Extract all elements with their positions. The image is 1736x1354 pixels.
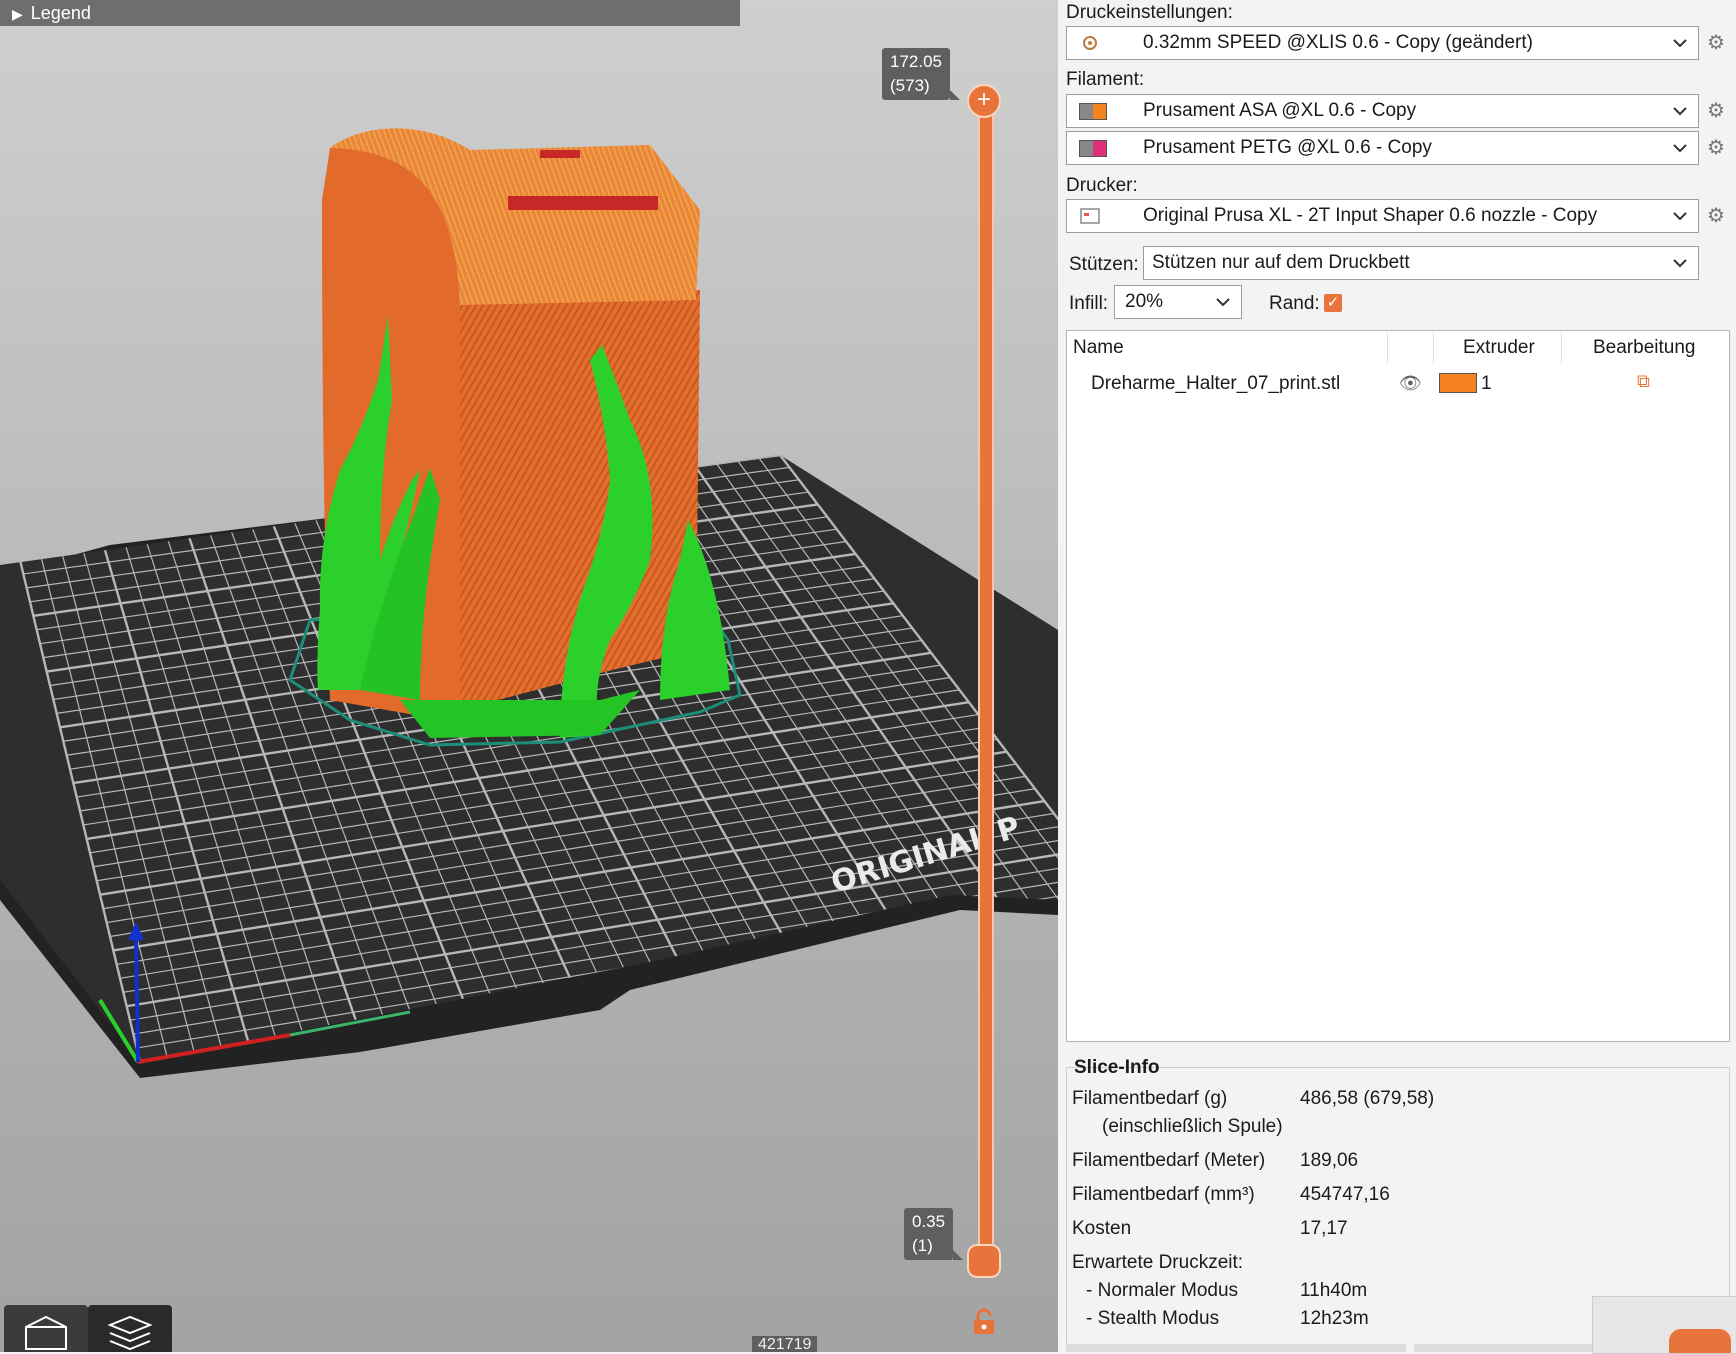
cube-icon: [25, 1315, 67, 1350]
column-header-extruder[interactable]: Extruder: [1463, 337, 1535, 359]
print-settings-label: Druckeinstellungen:: [1066, 2, 1233, 23]
chevron-down-icon: [1673, 107, 1687, 116]
filament-m-label: Filamentbedarf (Meter): [1072, 1150, 1266, 1171]
printer-profile-combo[interactable]: Original Prusa XL - 2T Input Shaper 0.6 …: [1066, 199, 1699, 233]
expand-triangle-icon: ▶: [12, 6, 23, 22]
printer-profile-value: Original Prusa XL - 2T Input Shaper 0.6 …: [1143, 205, 1598, 226]
brim-label: Rand:: [1269, 293, 1320, 314]
print-profile-combo[interactable]: 0.32mm SPEED @XLIS 0.6 - Copy (geändert): [1066, 26, 1699, 60]
top-layer-tooltip: 172.05 (573): [882, 48, 960, 100]
top-layer-number: (573): [890, 76, 930, 95]
filament-label: Filament:: [1066, 69, 1145, 90]
printer-icon: [1080, 208, 1100, 224]
chevron-down-icon: [1673, 39, 1687, 48]
filament-1-value: Prusament ASA @XL 0.6 - Copy: [1143, 100, 1417, 121]
top-layer-height: 172.05: [890, 52, 942, 71]
layer-slider-top-handle[interactable]: +: [969, 86, 999, 116]
print-time-label: Erwartete Druckzeit:: [1072, 1252, 1244, 1273]
filament-1-settings-gear-icon[interactable]: ⚙: [1704, 99, 1728, 123]
preview-view-button[interactable]: [88, 1305, 172, 1352]
move-counter: 421719: [752, 1336, 818, 1352]
legend-toggle[interactable]: ▶ Legend: [0, 0, 740, 26]
supports-value: Stützen nur auf dem Druckbett: [1152, 252, 1410, 273]
filament-1-combo[interactable]: Prusament ASA @XL 0.6 - Copy: [1066, 94, 1699, 128]
bottom-layer-number: (1): [912, 1236, 933, 1255]
layers-icon: [107, 1315, 153, 1351]
filament-2-settings-gear-icon[interactable]: ⚙: [1704, 136, 1728, 160]
infill-value: 20%: [1125, 291, 1164, 312]
cost-label: Kosten: [1072, 1218, 1132, 1239]
legend-label: Legend: [30, 3, 91, 23]
printer-settings-gear-icon[interactable]: ⚙: [1704, 204, 1728, 228]
stealth-mode-value: 12h23m: [1300, 1308, 1369, 1329]
layer-slider-track[interactable]: [978, 100, 994, 1266]
supports-combo[interactable]: Stützen nur auf dem Druckbett: [1143, 246, 1699, 280]
filament-1-color-swatch: [1079, 103, 1107, 120]
edit-icon[interactable]: ⧉: [1637, 371, 1650, 392]
filament-2-combo[interactable]: Prusament PETG @XL 0.6 - Copy: [1066, 131, 1699, 165]
object-list[interactable]: Name Extruder Bearbeitung Dreharme_Halte…: [1066, 330, 1730, 1042]
table-row[interactable]: Dreharme_Halter_07_print.stl 👁 1 ⧉: [1067, 369, 1729, 401]
chevron-down-icon: [1673, 144, 1687, 153]
z-axis: [134, 934, 140, 1063]
normal-mode-label: - Normaler Modus: [1086, 1280, 1239, 1301]
filament-m-value: 189,06: [1300, 1150, 1359, 1171]
filament-g-sublabel: (einschließlich Spule): [1102, 1116, 1283, 1137]
filament-g-value: 486,58 (679,58): [1300, 1088, 1435, 1109]
layer-slider-bottom-handle[interactable]: [969, 1246, 999, 1276]
3d-view-button[interactable]: [4, 1305, 88, 1352]
thumbnail-preview: [1592, 1296, 1736, 1354]
stealth-mode-label: - Stealth Modus: [1086, 1308, 1220, 1329]
model-top-marker-2: [540, 150, 580, 158]
bottom-layer-tooltip: 0.35 (1): [904, 1208, 964, 1260]
chevron-down-icon: [1216, 298, 1230, 307]
supports-label: Stützen:: [1069, 254, 1139, 275]
printer-label: Drucker:: [1066, 175, 1138, 196]
lock-icon[interactable]: [970, 1308, 998, 1336]
normal-mode-value: 11h40m: [1300, 1280, 1368, 1301]
print-profile-value: 0.32mm SPEED @XLIS 0.6 - Copy (geändert): [1143, 32, 1533, 53]
export-button-edge[interactable]: [1066, 1344, 1406, 1352]
filament-2-value: Prusament PETG @XL 0.6 - Copy: [1143, 137, 1432, 158]
settings-panel: Druckeinstellungen: 0.32mm SPEED @XLIS 0…: [1058, 0, 1736, 1354]
column-header-editing[interactable]: Bearbeitung: [1593, 337, 1695, 359]
3d-viewport[interactable]: ORIGINAL P ▶ Legend 172.05 (573) 0.35 (1)…: [0, 0, 1058, 1352]
chevron-down-icon: [1673, 259, 1687, 268]
extruder-number[interactable]: 1: [1481, 373, 1492, 395]
filament-2-color-swatch: [1079, 140, 1107, 157]
infill-label: Infill:: [1069, 293, 1109, 314]
filament-g-label: Filamentbedarf (g): [1072, 1088, 1228, 1109]
bottom-layer-height: 0.35: [912, 1212, 946, 1231]
print-profile-settings-gear-icon[interactable]: ⚙: [1704, 31, 1728, 55]
infill-combo[interactable]: 20%: [1114, 285, 1242, 319]
model-top-marker: [508, 196, 658, 210]
print-preview-scene[interactable]: ORIGINAL P: [0, 0, 1058, 1352]
filament-mm3-value: 454747,16: [1300, 1184, 1390, 1205]
object-name: Dreharme_Halter_07_print.stl: [1091, 373, 1341, 394]
gear-small-icon: [1083, 36, 1097, 50]
column-header-name[interactable]: Name: [1073, 337, 1124, 359]
eye-icon[interactable]: 👁: [1399, 373, 1422, 394]
cost-value: 17,17: [1300, 1218, 1348, 1239]
brim-checkbox[interactable]: ✓: [1324, 294, 1342, 312]
chevron-down-icon: [1673, 212, 1687, 221]
slice-info-title: Slice-Info: [1074, 1057, 1160, 1078]
filament-mm3-label: Filamentbedarf (mm³): [1072, 1184, 1255, 1205]
plus-icon: +: [976, 86, 991, 113]
extruder-color-swatch[interactable]: [1439, 373, 1477, 393]
